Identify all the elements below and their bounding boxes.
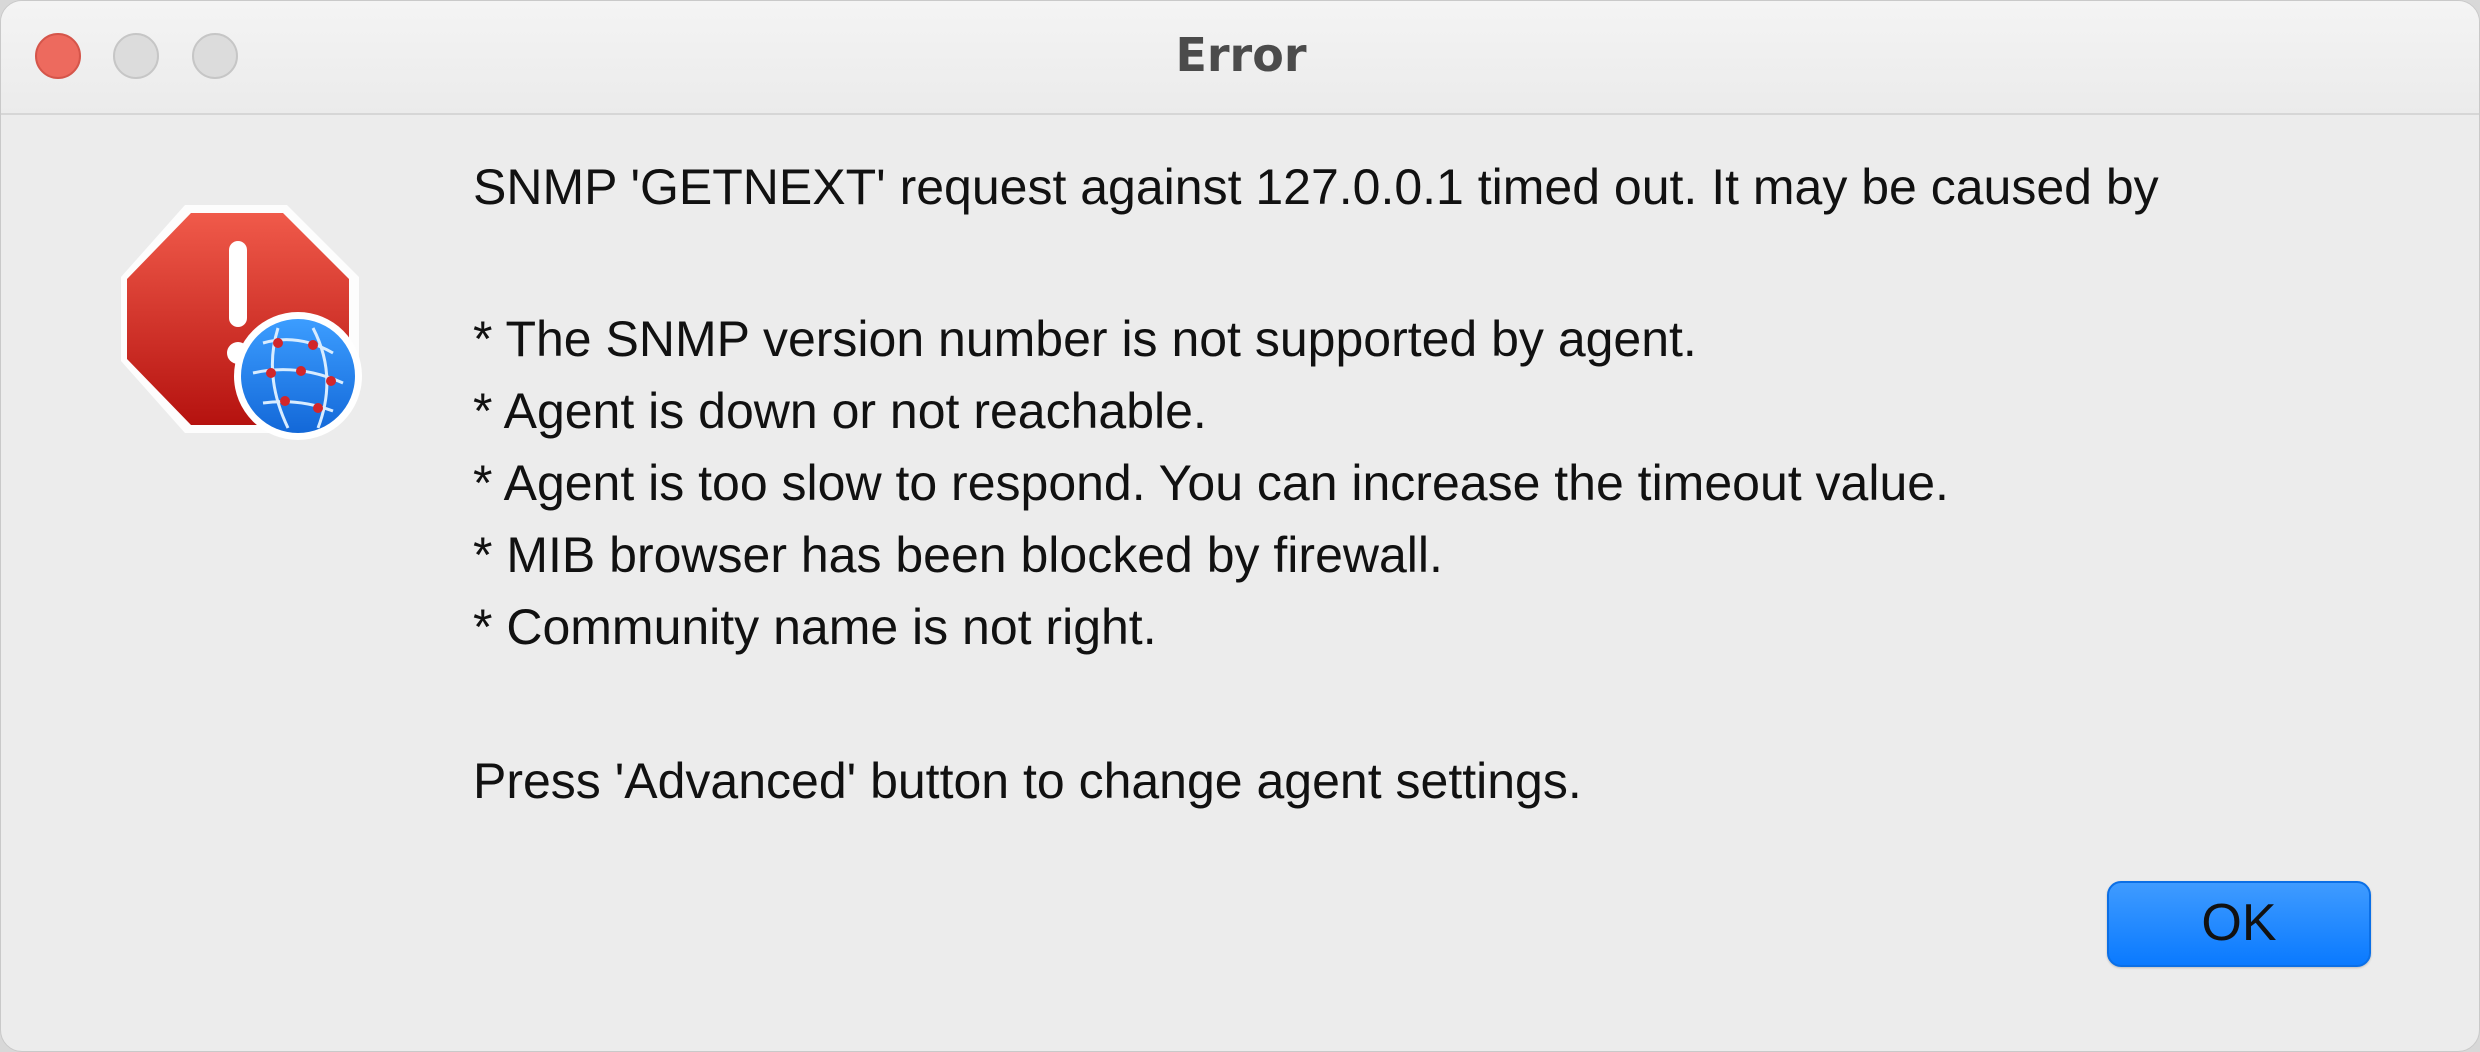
cause-item: * Agent is too slow to respond. You can … xyxy=(473,455,1949,511)
cause-item: * The SNMP version number is not support… xyxy=(473,311,1697,367)
error-message: SNMP 'GETNEXT' request against 127.0.0.1… xyxy=(473,151,2433,817)
cause-item: * Agent is down or not reachable. xyxy=(473,383,1207,439)
message-headline: SNMP 'GETNEXT' request against 127.0.0.1… xyxy=(473,159,2159,215)
network-globe-badge-icon xyxy=(234,312,362,440)
message-footer: Press 'Advanced' button to change agent … xyxy=(473,753,1582,809)
title-bar[interactable]: Error xyxy=(1,1,2479,115)
window-title: Error xyxy=(1175,28,1307,82)
cause-item: * MIB browser has been blocked by firewa… xyxy=(473,527,1443,583)
stop-sign-warning-icon xyxy=(121,205,362,440)
cause-item: * Community name is not right. xyxy=(473,599,1157,655)
error-icon xyxy=(113,193,369,449)
ok-button[interactable]: OK xyxy=(2107,881,2371,967)
error-dialog-window: Error SNMP 'GETNEXT' request against 127… xyxy=(0,0,2480,1052)
